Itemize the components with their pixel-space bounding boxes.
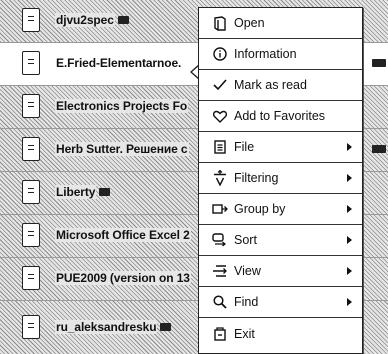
file-title: E.Fried-Elementarnoe. (55, 56, 183, 70)
menu-item-find[interactable]: Find (199, 287, 362, 318)
document-icon (22, 94, 40, 118)
info-icon (212, 46, 228, 62)
file-title-wrap: Herb Sutter. Решение с (55, 142, 189, 156)
menu-item-label: Filtering (234, 171, 279, 185)
document-icon (22, 8, 40, 32)
heart-icon (212, 108, 228, 124)
file-title-wrap: E.Fried-Elementarnoe. (55, 56, 183, 70)
menu-item-label: Exit (234, 326, 255, 341)
file-title-wrap: Microsoft Office Excel 2 (55, 228, 191, 242)
menu-item-information[interactable]: Information (199, 39, 362, 70)
file-title: djvu2spec (55, 13, 115, 27)
menu-item-label: Open (234, 16, 265, 30)
document-icon (22, 51, 40, 75)
menu-item-label: Information (234, 47, 297, 61)
file-title-wrap: ru_aleksandresku (55, 320, 172, 334)
file-title-wrap: djvu2spec (55, 13, 129, 27)
sort-icon (212, 232, 228, 248)
menu-item-sort[interactable]: Sort (199, 225, 362, 256)
submenu-arrow-icon (347, 267, 352, 275)
format-badge-icon (99, 187, 111, 196)
submenu-arrow-icon (347, 236, 352, 244)
document-icon (22, 180, 40, 204)
document-icon (22, 223, 40, 247)
file-title: Liberty (55, 185, 97, 199)
document-icon (22, 137, 40, 161)
file-title: PUE2009 (version on 13 (55, 271, 191, 285)
view-icon (212, 263, 228, 279)
file-title: Electronics Projects Fo (55, 99, 189, 113)
file-title-wrap: Electronics Projects Fo (55, 99, 189, 113)
exit-icon (212, 326, 228, 342)
group-icon (212, 201, 228, 217)
file-title: Herb Sutter. Решение с (55, 142, 189, 156)
format-badge-icon (372, 145, 386, 153)
format-badge-icon (160, 322, 172, 331)
menu-item-add-to-favorites[interactable]: Add to Favorites (199, 101, 362, 132)
format-badge-icon (372, 59, 386, 67)
submenu-arrow-icon (347, 205, 352, 213)
submenu-arrow-icon (347, 174, 352, 182)
menu-item-exit[interactable]: Exit (199, 318, 362, 349)
format-badge-icon (117, 15, 129, 24)
submenu-arrow-icon (347, 143, 352, 151)
menu-item-label: Add to Favorites (234, 109, 326, 123)
context-menu: Open Information Mark as read Add to Fav… (198, 7, 363, 354)
menu-item-group-by[interactable]: Group by (199, 194, 362, 225)
file-title-wrap: Liberty (55, 185, 111, 199)
submenu-arrow-icon (347, 298, 352, 306)
file-title: ru_aleksandresku (55, 320, 158, 334)
menu-item-open[interactable]: Open (199, 8, 362, 39)
search-icon (212, 294, 228, 310)
file-title-wrap: PUE2009 (version on 13 (55, 271, 191, 285)
menu-item-label: File (234, 140, 255, 154)
menu-item-label: Mark as read (234, 78, 307, 92)
book-open-icon (212, 15, 228, 31)
menu-item-label: Group by (234, 202, 286, 216)
file-icon (212, 139, 228, 155)
menu-item-file[interactable]: File (199, 132, 362, 163)
menu-item-mark-as-read[interactable]: Mark as read (199, 70, 362, 101)
menu-item-label: View (234, 264, 261, 278)
menu-item-label: Find (234, 295, 259, 309)
menu-item-view[interactable]: View (199, 256, 362, 287)
menu-item-label: Sort (234, 233, 257, 247)
document-icon (22, 315, 40, 339)
filter-icon (212, 170, 228, 186)
menu-item-filtering[interactable]: Filtering (199, 163, 362, 194)
file-title: Microsoft Office Excel 2 (55, 228, 191, 242)
document-icon (22, 266, 40, 290)
checkmark-icon (212, 77, 228, 93)
